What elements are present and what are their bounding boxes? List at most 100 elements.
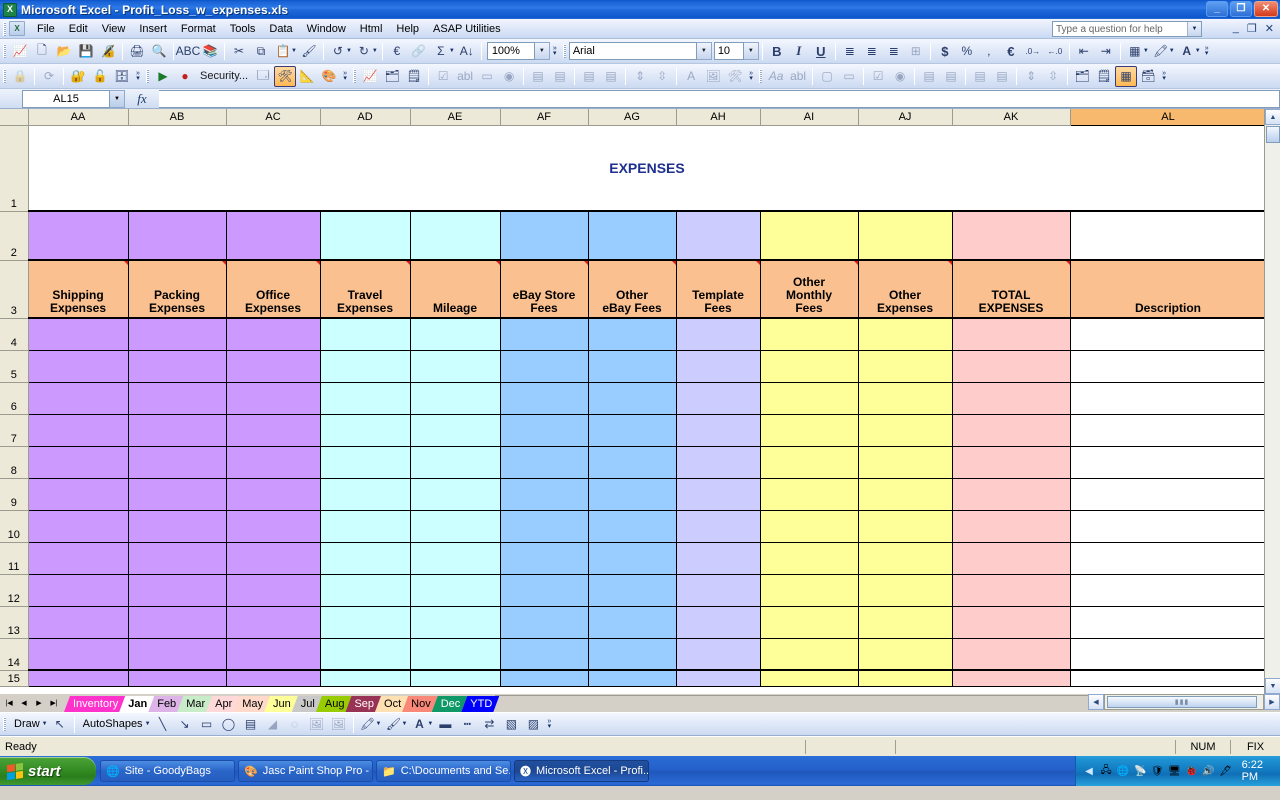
row-header-8[interactable]: 8	[0, 446, 28, 478]
diagram-icon[interactable]: ◌	[284, 714, 306, 735]
data-cell-AB9[interactable]	[128, 478, 226, 510]
euro-convert-icon[interactable]: €	[386, 41, 408, 62]
data-cell-AD4[interactable]	[320, 318, 410, 350]
more-controls-icon[interactable]: 🛠	[724, 66, 746, 87]
row-header-1[interactable]: 1	[0, 125, 28, 211]
doc-restore-button[interactable]: ❐	[1247, 22, 1257, 35]
color-band-cell-AE[interactable]	[410, 211, 500, 260]
data-cell-AC5[interactable]	[226, 350, 320, 382]
row-header-2[interactable]: 2	[0, 211, 28, 260]
ab-control-icon[interactable]: abl	[787, 66, 809, 87]
menu-item-tools[interactable]: Tools	[223, 21, 263, 37]
color-band-cell-AD[interactable]	[320, 211, 410, 260]
first-sheet-icon[interactable]: |◀	[2, 696, 16, 710]
undo-icon[interactable]: ↺	[327, 41, 349, 62]
data-cell-AI8[interactable]	[760, 446, 858, 478]
data-cell-AI12[interactable]	[760, 574, 858, 606]
menu-item-insert[interactable]: Insert	[132, 21, 174, 37]
unlock-icon[interactable]: 🔓	[89, 66, 111, 87]
dash-style-icon[interactable]: ┅	[456, 714, 478, 735]
column-header-AK[interactable]: AK	[952, 109, 1070, 125]
draw-menu-button[interactable]: Draw	[9, 714, 45, 734]
column-header-AB[interactable]: AB	[128, 109, 226, 125]
data-cell-AF6[interactable]	[500, 382, 588, 414]
data-cell-AC12[interactable]	[226, 574, 320, 606]
data-cell-AH4[interactable]	[676, 318, 760, 350]
name-box[interactable]: AL15	[22, 90, 110, 108]
data-cell-AC4[interactable]	[226, 318, 320, 350]
clock[interactable]: 6:22 PM	[1242, 759, 1280, 783]
data-cell-AL6[interactable]	[1070, 382, 1266, 414]
fill-color-icon[interactable]: 🖍	[1150, 41, 1172, 62]
oval-icon[interactable]: ◯	[218, 714, 240, 735]
data-cell-AE12[interactable]	[410, 574, 500, 606]
data-cell-AD10[interactable]	[320, 510, 410, 542]
list-control-icon[interactable]: ▤	[918, 66, 940, 87]
data-cell-AD15[interactable]	[320, 670, 410, 686]
copy-icon[interactable]: ⧉	[250, 41, 272, 62]
merge-and-center-icon[interactable]: ⊞	[905, 41, 927, 62]
permission-icon[interactable]: 🔏	[97, 41, 119, 62]
listbox-control-icon[interactable]: ▤	[527, 66, 549, 87]
data-cell-AH14[interactable]	[676, 638, 760, 670]
column-header-AC[interactable]: AC	[226, 109, 320, 125]
data-cell-AJ10[interactable]	[858, 510, 952, 542]
horizontal-scroll-thumb[interactable]: ▮▮▮	[1107, 696, 1257, 708]
data-cell-AG8[interactable]	[588, 446, 676, 478]
new-icon[interactable]: 🗋	[31, 41, 53, 62]
data-cell-AB14[interactable]	[128, 638, 226, 670]
wordart-insert-icon[interactable]: ◢	[262, 714, 284, 735]
font-size-dropdown-icon[interactable]: ▼	[744, 42, 759, 60]
align-left-icon[interactable]: ≣	[839, 41, 861, 62]
name-box-dropdown-icon[interactable]: ▼	[110, 90, 125, 108]
font-dropdown-icon[interactable]: ▼	[697, 42, 712, 60]
data-cell-AD5[interactable]	[320, 350, 410, 382]
color-band-cell-AK[interactable]	[952, 211, 1070, 260]
column-header-AJ[interactable]: AJ	[858, 109, 952, 125]
zoom-box[interactable]: 100%	[487, 42, 535, 60]
forms-properties-icon[interactable]: 🗂	[381, 66, 403, 87]
combobox-control-icon[interactable]: ▤	[549, 66, 571, 87]
forms-toolbar-grip[interactable]	[353, 69, 356, 83]
data-cell-AG5[interactable]	[588, 350, 676, 382]
menu-item-file[interactable]: File	[30, 21, 62, 37]
menu-grip[interactable]	[3, 22, 6, 36]
menu-item-help[interactable]: Help	[389, 21, 426, 37]
data-cell-AE11[interactable]	[410, 542, 500, 574]
column-title-AH[interactable]: TemplateFees	[676, 260, 760, 318]
data-cell-AB15[interactable]	[128, 670, 226, 686]
data-cell-AI11[interactable]	[760, 542, 858, 574]
data-cell-AJ11[interactable]	[858, 542, 952, 574]
column-title-AG[interactable]: OthereBay Fees	[588, 260, 676, 318]
taskbar-item-folder[interactable]: 📁 C:\Documents and Se...	[376, 760, 511, 782]
last-sheet-icon[interactable]: ▶|	[47, 696, 61, 710]
data-cell-AL13[interactable]	[1070, 606, 1266, 638]
control-toolbox-icon[interactable]: 📐	[296, 66, 318, 87]
togglebutton-control-icon[interactable]: ▤	[969, 66, 991, 87]
data-cell-AC15[interactable]	[226, 670, 320, 686]
chart-wizard-icon[interactable]: 📈	[9, 41, 31, 62]
data-cell-AL5[interactable]	[1070, 350, 1266, 382]
menu-item-data[interactable]: Data	[262, 21, 299, 37]
print-icon[interactable]: 🖨	[126, 41, 148, 62]
data-cell-AJ4[interactable]	[858, 318, 952, 350]
data-cell-AF5[interactable]	[500, 350, 588, 382]
color-band-cell-AG[interactable]	[588, 211, 676, 260]
row-header-3[interactable]: 3	[0, 260, 28, 318]
doc-close-button[interactable]: ✕	[1265, 22, 1274, 35]
data-cell-AA7[interactable]	[28, 414, 128, 446]
comma-style-button[interactable]: ,	[978, 41, 1000, 62]
data-cell-AJ15[interactable]	[858, 670, 952, 686]
clipart-icon[interactable]: 🖼	[306, 714, 328, 735]
visualbasic-overflow-button[interactable]: »▾	[340, 66, 350, 87]
data-cell-AK11[interactable]	[952, 542, 1070, 574]
textfield-control-icon[interactable]: A	[680, 66, 702, 87]
column-title-AJ[interactable]: OtherExpenses	[858, 260, 952, 318]
taskbar-item-browser[interactable]: 🌐 Site - GoodyBags	[100, 760, 235, 782]
data-cell-AI6[interactable]	[760, 382, 858, 414]
data-cell-AA14[interactable]	[28, 638, 128, 670]
hscroll-right-icon[interactable]: ▶	[1264, 694, 1280, 710]
globe-icon[interactable]: 🌐	[1116, 764, 1130, 779]
data-cell-AL15[interactable]	[1070, 670, 1266, 686]
color-band-cell-AA[interactable]	[28, 211, 128, 260]
